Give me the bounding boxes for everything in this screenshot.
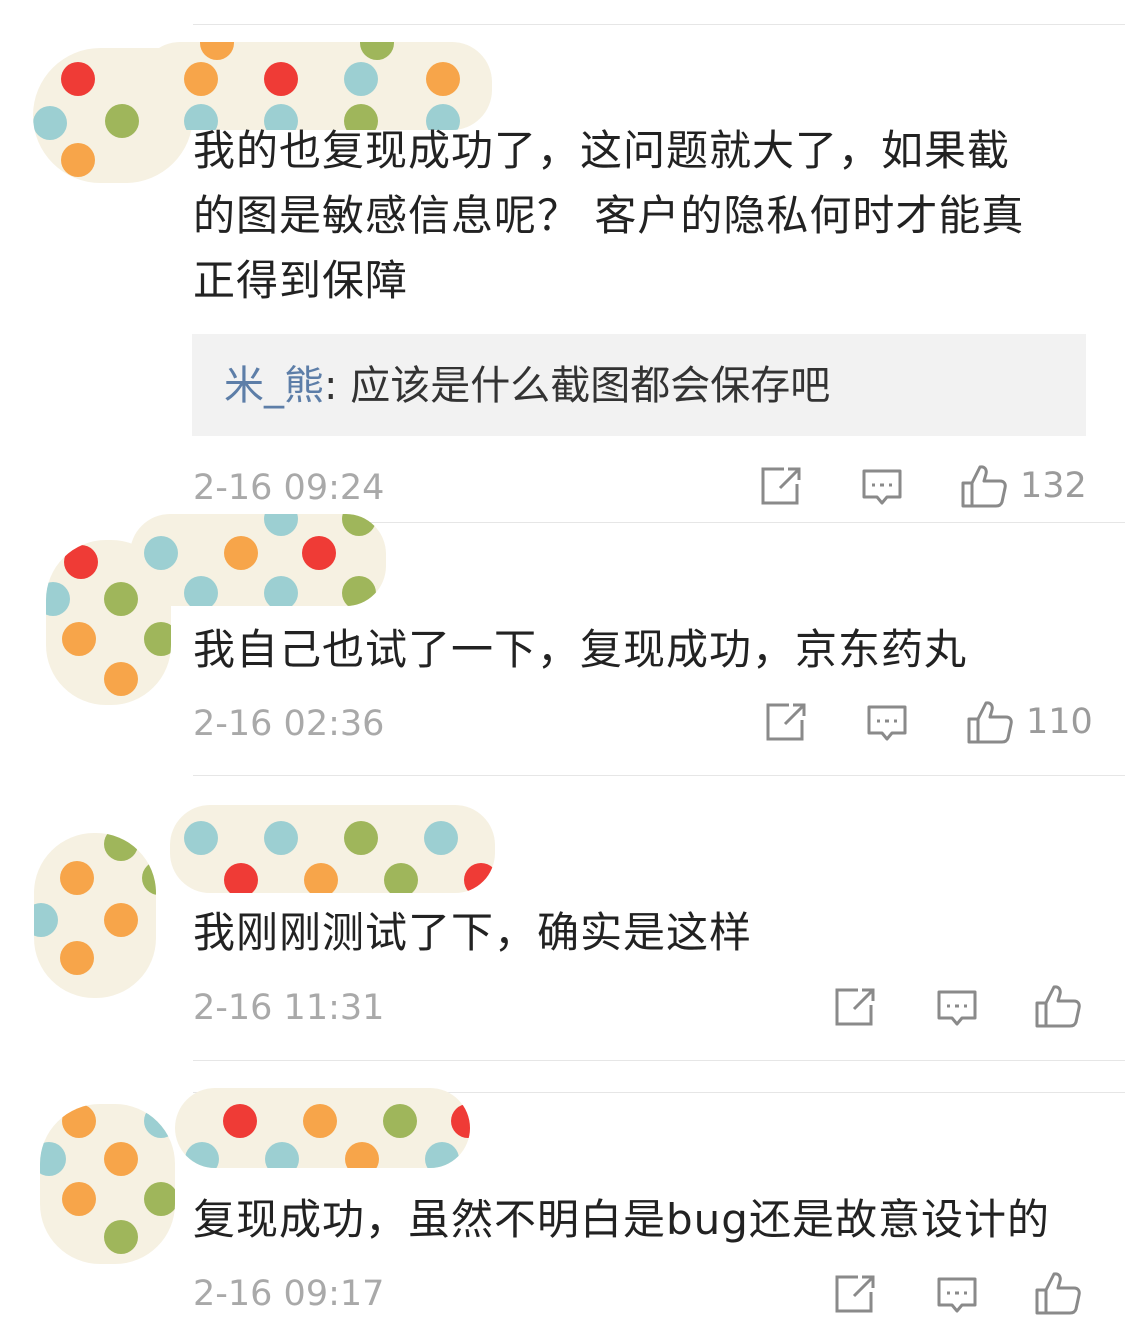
comment-button[interactable] (866, 704, 908, 744)
comment-icon (867, 705, 907, 741)
thumbs-up-icon (961, 465, 1007, 508)
comment-button[interactable] (936, 989, 978, 1029)
repost-button[interactable] (834, 1274, 876, 1314)
comment-line: 我的也复现成功了，这问题就大了，如果截 (193, 126, 1011, 175)
repost-button[interactable] (834, 987, 876, 1027)
avatar[interactable] (34, 833, 156, 998)
comment-time: 2-16 09:24 (193, 468, 385, 508)
reply-username[interactable]: 米_熊 (224, 363, 324, 409)
like-count: 132 (1020, 466, 1087, 506)
repost-button[interactable] (760, 466, 802, 506)
thumbs-up-icon (967, 701, 1013, 744)
like-button[interactable]: 132 (960, 463, 1087, 509)
share-edit-icon (835, 1275, 875, 1313)
comment-item: 复现成功，虽然不明白是bug还是故意设计的 2-16 09:17 (0, 1088, 1125, 1322)
reply-content: 米_熊: 应该是什么截图都会保存吧 (224, 362, 830, 410)
reply-separator: : (324, 363, 351, 409)
comment-text: 我自己也试了一下，复现成功，京东药丸 (193, 617, 967, 682)
like-button[interactable]: 110 (966, 699, 1093, 745)
comment-time: 2-16 11:31 (193, 988, 385, 1028)
share-edit-icon (766, 703, 806, 741)
like-count: 110 (1026, 702, 1093, 742)
comment-icon (862, 469, 902, 505)
reply-text: 应该是什么截图都会保存吧 (350, 363, 831, 409)
avatar[interactable] (40, 1104, 175, 1264)
comment-button[interactable] (936, 1276, 978, 1316)
comment-item: 我自己也试了一下，复现成功，京东药丸 2-16 02:36 110 (0, 514, 1125, 775)
comment-line: 复现成功，虽然不明白是bug还是故意设计的 (193, 1195, 1050, 1244)
repost-button[interactable] (765, 702, 807, 742)
like-button[interactable] (1034, 1270, 1082, 1316)
comment-line: 我自己也试了一下，复现成功，京东药丸 (193, 625, 968, 674)
comment-button[interactable] (861, 468, 903, 508)
comment-line: 我刚刚测试了下，确实是这样 (193, 908, 753, 957)
username[interactable] (140, 42, 492, 130)
comment-icon (937, 1277, 977, 1313)
reply-box[interactable]: 米_熊: 应该是什么截图都会保存吧 (192, 334, 1086, 436)
share-edit-icon (835, 988, 875, 1026)
comment-item: 我刚刚测试了下，确实是这样 2-16 11:31 (0, 775, 1125, 1060)
divider (193, 1060, 1125, 1061)
username[interactable] (170, 805, 495, 893)
comment-text: 复现成功，虽然不明白是bug还是故意设计的 (193, 1187, 1050, 1252)
comment-line: 正得到保障 (193, 256, 409, 305)
comment-text: 我刚刚测试了下，确实是这样 (193, 900, 752, 965)
comment-line: 的图是敏感信息呢？ 客户的隐私何时才能真 (193, 191, 1025, 240)
comment-text: 我的也复现成功了，这问题就大了，如果截 的图是敏感信息呢？ 客户的隐私何时才能真… (193, 118, 1024, 313)
thumbs-up-icon (1035, 1272, 1081, 1315)
share-edit-icon (761, 467, 801, 505)
comment-time: 2-16 09:17 (193, 1274, 385, 1314)
comment-item: 我的也复现成功了，这问题就大了，如果截 的图是敏感信息呢？ 客户的隐私何时才能真… (0, 0, 1125, 520)
username[interactable] (175, 1088, 470, 1168)
thumbs-up-icon (1035, 985, 1081, 1028)
username[interactable] (130, 514, 386, 606)
comment-icon (937, 990, 977, 1026)
like-button[interactable] (1034, 983, 1082, 1029)
comment-time: 2-16 02:36 (193, 704, 385, 744)
